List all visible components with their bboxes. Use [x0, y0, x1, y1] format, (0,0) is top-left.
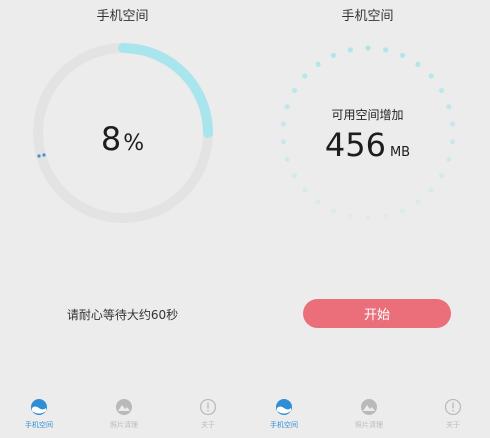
ring-dot [365, 45, 371, 51]
ring-dot [415, 199, 421, 205]
info-icon [199, 398, 217, 416]
ring-dot [399, 208, 406, 214]
ring-dot [428, 187, 434, 193]
ring-dot [315, 61, 321, 67]
tab-label: 关于 [446, 421, 460, 429]
tab-label: 手机空间 [270, 421, 298, 429]
tab-photo-clean[interactable]: 照片清理 [94, 396, 154, 438]
start-button[interactable]: 开始 [303, 299, 451, 328]
tab-label: 照片清理 [110, 421, 138, 429]
ring-dot [383, 47, 389, 53]
ring-dot [330, 208, 337, 214]
info-icon [444, 398, 462, 416]
tab-phone-space[interactable]: 手机空间 [254, 396, 314, 438]
ring-dot [347, 213, 353, 219]
ring-dot [330, 52, 337, 58]
page-title: 手机空间 [96, 9, 149, 24]
ring-dot [415, 61, 421, 67]
bottom-tab-bar: 手机空间 照片清理 关于 [245, 396, 490, 438]
ring-dot [302, 73, 308, 79]
tab-label: 关于 [201, 421, 215, 429]
tab-photo-clean[interactable]: 照片清理 [339, 396, 399, 438]
available-unit: MB [389, 145, 411, 160]
result-panel: 手机空间 可用空间增加 456 MB 开始 手机空间 照片清理 关于 [245, 0, 490, 438]
ring-dot [291, 87, 297, 94]
phone-space-icon [31, 399, 47, 415]
bottom-tab-bar: 手机空间 照片清理 关于 [0, 396, 245, 438]
ring-dot [302, 187, 308, 193]
available-value: 456 [324, 126, 386, 164]
tab-label: 照片清理 [355, 421, 383, 429]
progress-value: 8 [100, 120, 122, 158]
tab-phone-space[interactable]: 手机空间 [9, 396, 69, 438]
tab-label: 手机空间 [25, 421, 53, 429]
tab-about[interactable]: 关于 [423, 396, 483, 438]
ring-dot [365, 215, 371, 221]
ring-dot [439, 172, 445, 179]
ring-dot [347, 47, 353, 53]
ring-dot [315, 199, 321, 205]
available-label: 可用空间增加 [331, 108, 404, 122]
wait-message: 请耐心等待大约60秒 [66, 308, 179, 322]
photo-clean-icon [116, 399, 132, 415]
page-title: 手机空间 [341, 9, 394, 24]
available-readout: 456 MB [245, 126, 490, 164]
ring-dot [383, 213, 389, 219]
ring-dot [399, 52, 406, 58]
progress-unit: % [123, 131, 145, 156]
tab-about[interactable]: 关于 [178, 396, 238, 438]
progress-readout: 8% [0, 120, 245, 158]
ring-dot [428, 73, 434, 79]
ring-dot [439, 87, 445, 94]
phone-space-icon [276, 399, 292, 415]
scanning-panel: 手机空间 8% 请耐心等待大约60秒 手机空间 照片清理 关于 [0, 0, 245, 438]
photo-clean-icon [361, 399, 377, 415]
ring-dot [291, 172, 297, 179]
